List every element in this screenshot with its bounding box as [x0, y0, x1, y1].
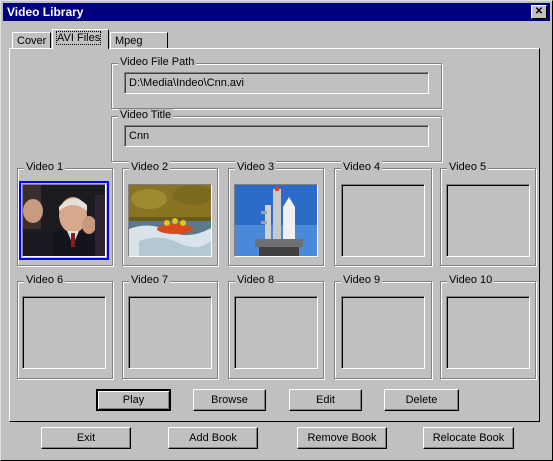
- video-slot-3-label: Video 3: [235, 161, 277, 173]
- video-10-thumbnail[interactable]: [446, 296, 530, 369]
- video-1-thumbnail[interactable]: [19, 181, 109, 260]
- video-slot-6-label: Video 6: [24, 274, 66, 286]
- add-book-button[interactable]: Add Book: [168, 427, 258, 449]
- video-slot-4-label: Video 4: [341, 161, 383, 173]
- browse-button[interactable]: Browse: [193, 389, 266, 411]
- close-icon: ✕: [534, 6, 544, 17]
- remove-book-button[interactable]: Remove Book: [297, 427, 387, 449]
- tab-cover-label: Cover: [17, 35, 47, 47]
- video-slot-8-label: Video 8: [235, 274, 277, 286]
- title-bar[interactable]: Video Library ✕: [3, 3, 550, 21]
- tab-avi-files-label: AVI Files: [55, 31, 102, 45]
- close-button[interactable]: ✕: [531, 5, 547, 19]
- play-button[interactable]: Play: [96, 389, 171, 411]
- video-slot-9-label: Video 9: [341, 274, 383, 286]
- tab-mpeg-files[interactable]: Mpeg Files: [110, 32, 168, 63]
- window-title: Video Library: [7, 5, 84, 19]
- person-clip-image: [23, 185, 105, 256]
- video-2-thumbnail[interactable]: [128, 184, 212, 257]
- video-7-thumbnail[interactable]: [128, 296, 212, 369]
- video-title-label: Video Title: [118, 109, 174, 121]
- delete-button[interactable]: Delete: [384, 389, 459, 411]
- video-4-thumbnail[interactable]: [341, 184, 425, 257]
- video-5-thumbnail[interactable]: [446, 184, 530, 257]
- video-3-thumbnail[interactable]: [234, 184, 318, 257]
- tab-avi-files[interactable]: AVI Files: [52, 29, 109, 49]
- video-9-thumbnail[interactable]: [341, 296, 425, 369]
- video-8-thumbnail[interactable]: [234, 296, 318, 369]
- edit-button[interactable]: Edit: [289, 389, 362, 411]
- video-6-thumbnail[interactable]: [22, 296, 106, 369]
- shuttle-launch-clip-image: [235, 185, 317, 256]
- exit-button[interactable]: Exit: [41, 427, 131, 449]
- video-title-field[interactable]: Cnn: [124, 125, 429, 147]
- video-slot-10-label: Video 10: [447, 274, 495, 286]
- rafting-clip-image: [129, 185, 211, 256]
- video-slot-5-label: Video 5: [447, 161, 489, 173]
- video-slot-1-label: Video 1: [24, 161, 66, 173]
- video-file-path-field[interactable]: D:\Media\Indeo\Cnn.avi: [124, 72, 429, 94]
- relocate-book-button[interactable]: Relocate Book: [423, 427, 514, 449]
- video-slot-2-label: Video 2: [129, 161, 171, 173]
- video-slot-7-label: Video 7: [129, 274, 171, 286]
- tab-cover[interactable]: Cover: [12, 32, 51, 48]
- video-file-path-label: Video File Path: [118, 56, 197, 68]
